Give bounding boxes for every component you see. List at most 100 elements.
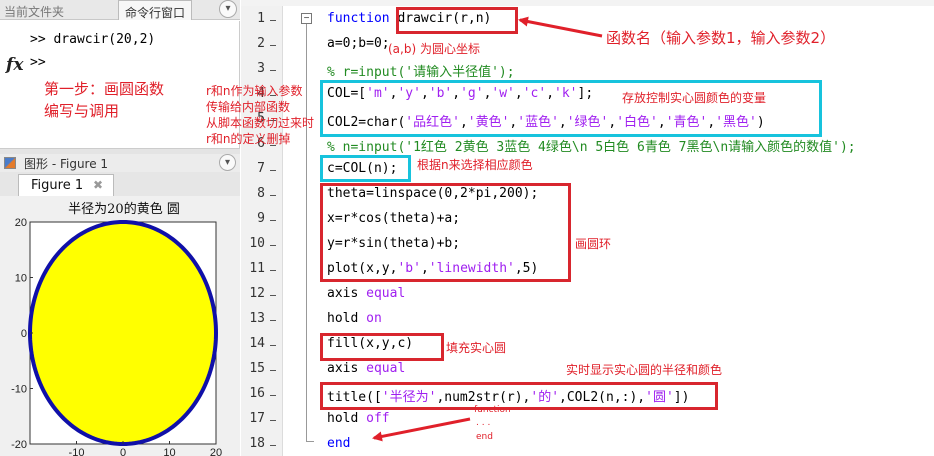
line-number: 12 bbox=[249, 286, 265, 301]
breakpoint-marker[interactable] bbox=[270, 20, 276, 21]
note-choose-color: 根据n来选择相应颜色 bbox=[417, 158, 533, 172]
code-token: end bbox=[327, 436, 351, 451]
line-number: 15 bbox=[249, 361, 265, 376]
line-number: 7 bbox=[257, 161, 265, 176]
tab-command-window[interactable]: 命令行窗口 bbox=[118, 0, 193, 20]
note-step1-line2: 编写与调用 bbox=[44, 102, 120, 120]
code-token: off bbox=[366, 411, 390, 426]
note-fill: 填充实心圆 bbox=[446, 341, 507, 355]
panel-menu-icon[interactable]: ▾ bbox=[219, 0, 237, 18]
note-title: 实时显示实心圆的半径和颜色 bbox=[566, 363, 723, 377]
chart-title: 半径为20的黄色 圆 bbox=[68, 201, 180, 217]
code-token: axis bbox=[327, 286, 367, 301]
y-tick-label: 0 bbox=[21, 328, 27, 340]
code-line[interactable]: a=0;b=0; bbox=[327, 36, 390, 51]
note-rn-1: r和n作为输入参数 bbox=[206, 84, 303, 98]
line-number: 18 bbox=[249, 436, 265, 451]
code-token: function bbox=[327, 11, 398, 26]
line-number: 17 bbox=[249, 411, 265, 426]
breakpoint-marker[interactable] bbox=[270, 320, 276, 321]
x-tick-label: 0 bbox=[120, 447, 126, 456]
breakpoint-marker[interactable] bbox=[270, 345, 276, 346]
line-number: 3 bbox=[257, 61, 265, 76]
line-number: 8 bbox=[257, 186, 265, 201]
figure-menu-icon[interactable]: ▾ bbox=[219, 154, 236, 171]
breakpoint-marker[interactable] bbox=[270, 195, 276, 196]
tab-current-folder[interactable]: 当前文件夹 bbox=[4, 3, 64, 20]
code-line[interactable]: end bbox=[327, 436, 350, 451]
code-token: on bbox=[366, 311, 382, 326]
tab-figure-1[interactable]: Figure 1 ✖ bbox=[18, 174, 114, 196]
note-ellipsis: . . . bbox=[476, 418, 491, 428]
fold-collapse-icon[interactable]: − bbox=[301, 13, 312, 24]
code-line[interactable]: hold on bbox=[327, 311, 382, 326]
line-number: 1 bbox=[257, 11, 265, 26]
note-func-name: 函数名（输入参数1，输入参数2） bbox=[606, 29, 836, 47]
function-browser-icon[interactable]: fx bbox=[6, 55, 23, 75]
code-token: % n=input('1红色 2黄色 3蓝色 4绿色\n 5白色 6青色 7黑色… bbox=[327, 140, 856, 155]
close-icon[interactable]: ✖ bbox=[93, 178, 103, 192]
breakpoint-marker[interactable] bbox=[270, 45, 276, 46]
note-rn-2: 传输给内部函数 bbox=[206, 100, 291, 114]
breakpoint-marker[interactable] bbox=[270, 295, 276, 296]
breakpoint-marker[interactable] bbox=[270, 70, 276, 71]
breakpoint-marker[interactable] bbox=[270, 395, 276, 396]
left-tab-bar: 当前文件夹 命令行窗口 ▾ bbox=[0, 0, 240, 20]
figure-window-title: 图形 - Figure 1 bbox=[24, 157, 109, 171]
line-number: 9 bbox=[257, 211, 265, 226]
note-center: (a,b) 为圆心坐标 bbox=[388, 42, 480, 56]
line-number: 13 bbox=[249, 311, 265, 326]
y-tick-label: 20 bbox=[15, 217, 27, 229]
breakpoint-marker[interactable] bbox=[270, 420, 276, 421]
line-number: 14 bbox=[249, 336, 265, 351]
command-line-1: >> drawcir(20,2) bbox=[30, 32, 156, 47]
code-line[interactable]: % n=input('1红色 2黄色 3蓝色 4绿色\n 5白色 6青色 7黑色… bbox=[327, 136, 856, 155]
x-tick-label: 10 bbox=[163, 447, 175, 456]
breakpoint-marker[interactable] bbox=[270, 245, 276, 246]
note-function-word: function bbox=[474, 405, 511, 415]
code-token: hold bbox=[327, 311, 367, 326]
matlab-figure-icon bbox=[4, 157, 16, 169]
y-tick-label: -20 bbox=[11, 439, 27, 451]
line-number: 11 bbox=[249, 261, 265, 276]
command-window[interactable]: >> drawcir(20,2) >> fx 第一步：画圆函数 编写与调用 bbox=[0, 21, 240, 148]
code-token: % r=input('请输入半径值'); bbox=[327, 65, 515, 80]
command-prompt[interactable]: >> bbox=[30, 55, 46, 70]
figure-tab-row: Figure 1 ✖ bbox=[0, 172, 240, 196]
box-title bbox=[320, 382, 718, 410]
code-token: axis bbox=[327, 361, 367, 376]
code-line[interactable]: axis equal bbox=[327, 286, 405, 301]
note-rn-4: r和n的定义删掉 bbox=[206, 132, 291, 146]
breakpoint-marker[interactable] bbox=[270, 220, 276, 221]
note-rn-3: 从脚本函数切过来时 bbox=[206, 116, 315, 130]
fold-guide bbox=[306, 24, 307, 442]
code-token: equal bbox=[366, 286, 406, 301]
note-color-var: 存放控制实心圆颜色的变量 bbox=[622, 91, 767, 105]
breakpoint-marker[interactable] bbox=[270, 370, 276, 371]
circle-plot: 半径为20的黄色 圆 -10 0 10 20 -20 -10 0 10 20 bbox=[11, 201, 222, 456]
line-number: 2 bbox=[257, 36, 265, 51]
figure-title-bar: 图形 - Figure 1 ▾ bbox=[0, 154, 240, 172]
note-end-word: end bbox=[476, 432, 493, 442]
code-token: hold bbox=[327, 411, 367, 426]
breakpoint-marker[interactable] bbox=[270, 270, 276, 271]
box-choose-color bbox=[320, 155, 411, 182]
y-tick-label: -10 bbox=[11, 384, 27, 396]
box-function-name bbox=[396, 7, 518, 34]
figure-tab-label: Figure 1 bbox=[31, 178, 84, 193]
fold-guide-end bbox=[306, 441, 314, 442]
code-line[interactable]: axis equal bbox=[327, 361, 405, 376]
code-line[interactable]: % r=input('请输入半径值'); bbox=[327, 61, 515, 80]
code-token: a=0;b=0; bbox=[327, 36, 390, 51]
note-step1-line1: 第一步：画圆函数 bbox=[44, 80, 165, 98]
code-token: equal bbox=[366, 361, 406, 376]
breakpoint-marker[interactable] bbox=[270, 445, 276, 446]
line-number: 10 bbox=[249, 236, 265, 251]
x-tick-label: -10 bbox=[69, 447, 85, 456]
y-tick-label: 10 bbox=[15, 273, 27, 285]
x-tick-label: 20 bbox=[210, 447, 222, 456]
box-draw-ring bbox=[320, 183, 571, 282]
code-line[interactable]: hold off bbox=[327, 411, 390, 426]
breakpoint-marker[interactable] bbox=[270, 170, 276, 171]
figure-canvas: 半径为20的黄色 圆 -10 0 10 20 -20 -10 0 10 20 bbox=[0, 196, 240, 456]
